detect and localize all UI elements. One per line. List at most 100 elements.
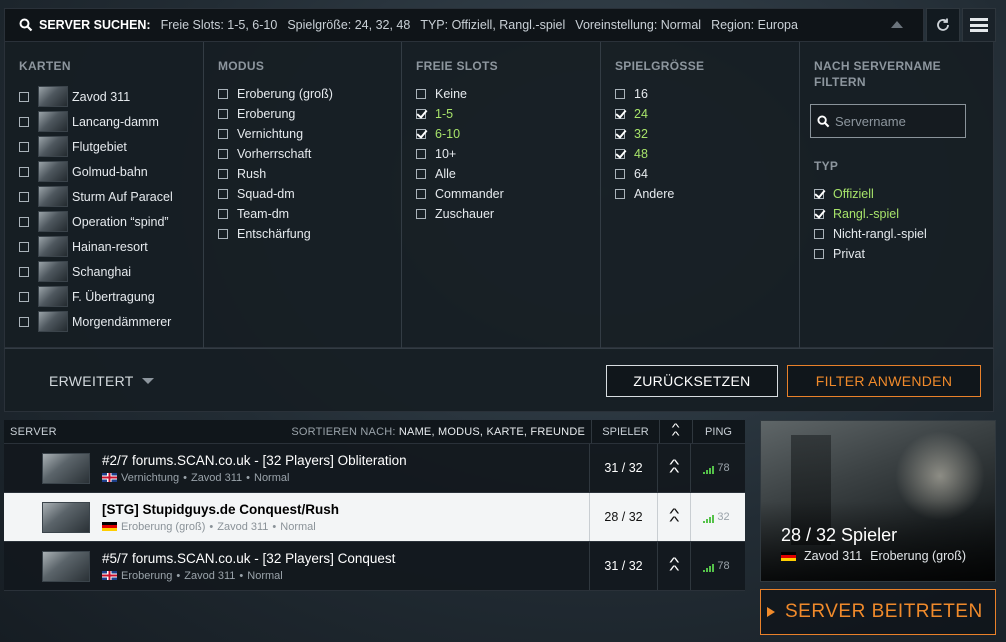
checkbox[interactable] bbox=[19, 266, 29, 277]
size-option[interactable]: 32 bbox=[615, 124, 799, 144]
checkbox[interactable] bbox=[416, 149, 426, 159]
servername-input[interactable] bbox=[835, 113, 961, 129]
mode-option[interactable]: Squad-dm bbox=[218, 184, 401, 204]
map-label: Zavod 311 bbox=[72, 89, 131, 104]
checkbox[interactable] bbox=[615, 89, 625, 99]
slot-option[interactable]: Zuschauer bbox=[416, 204, 600, 224]
checkbox[interactable] bbox=[218, 89, 228, 99]
checkbox[interactable] bbox=[416, 109, 426, 119]
play-icon bbox=[767, 607, 775, 617]
map-option[interactable]: Hainan-resort bbox=[19, 234, 203, 259]
checkbox[interactable] bbox=[19, 166, 29, 177]
mode-option[interactable]: Rush bbox=[218, 164, 401, 184]
checkbox[interactable] bbox=[19, 141, 29, 152]
slot-option[interactable]: Keine bbox=[416, 84, 600, 104]
checkbox[interactable] bbox=[814, 189, 824, 199]
checkbox[interactable] bbox=[615, 109, 625, 119]
header-server[interactable]: SERVER bbox=[4, 426, 254, 438]
sort-option-list[interactable]: NAME, MODUS, KARTE, FREUNDE bbox=[399, 426, 585, 438]
map-option[interactable]: Operation “spind” bbox=[19, 209, 203, 234]
header-rank[interactable]: ^ ^ bbox=[659, 420, 692, 443]
reset-button[interactable]: ZURÜCKSETZEN bbox=[606, 365, 778, 397]
checkbox[interactable] bbox=[218, 189, 228, 199]
server-row[interactable]: #5/7 forums.SCAN.co.uk - [32 Players] Co… bbox=[4, 542, 745, 591]
map-thumbnail bbox=[38, 86, 68, 107]
collapse-arrow-icon[interactable] bbox=[891, 21, 903, 28]
checkbox[interactable] bbox=[218, 209, 228, 219]
type-option[interactable]: Privat bbox=[814, 244, 995, 264]
mode-label: Eroberung bbox=[237, 107, 296, 121]
checkbox[interactable] bbox=[416, 189, 426, 199]
checkbox[interactable] bbox=[218, 169, 228, 179]
size-option[interactable]: 64 bbox=[615, 164, 799, 184]
apply-filter-button[interactable]: FILTER ANWENDEN bbox=[787, 365, 981, 397]
servername-field[interactable] bbox=[810, 104, 966, 138]
map-option[interactable]: Morgendämmerer bbox=[19, 309, 203, 334]
map-option[interactable]: F. Übertragung bbox=[19, 284, 203, 309]
type-option[interactable]: Offiziell bbox=[814, 184, 995, 204]
slot-option[interactable]: 6-10 bbox=[416, 124, 600, 144]
checkbox[interactable] bbox=[218, 149, 228, 159]
checkbox[interactable] bbox=[814, 209, 824, 219]
checkbox[interactable] bbox=[19, 316, 29, 327]
checkbox[interactable] bbox=[814, 249, 824, 259]
checkbox[interactable] bbox=[19, 91, 29, 102]
checkbox[interactable] bbox=[615, 169, 625, 179]
slot-option[interactable]: 10+ bbox=[416, 144, 600, 164]
checkbox[interactable] bbox=[19, 191, 29, 202]
preview-map: Zavod 311 bbox=[804, 549, 863, 563]
preview-players: 28 / 32 Spieler bbox=[781, 525, 898, 545]
type-option[interactable]: Nicht-rangl.-spiel bbox=[814, 224, 995, 244]
mode-option[interactable]: Team-dm bbox=[218, 204, 401, 224]
checkbox[interactable] bbox=[416, 209, 426, 219]
checkbox[interactable] bbox=[218, 229, 228, 239]
mode-option[interactable]: Vernichtung bbox=[218, 124, 401, 144]
server-row[interactable]: #2/7 forums.SCAN.co.uk - [32 Players] Ob… bbox=[4, 444, 745, 493]
size-option[interactable]: 16 bbox=[615, 84, 799, 104]
map-option[interactable]: Sturm Auf Paracel bbox=[19, 184, 203, 209]
checkbox[interactable] bbox=[416, 89, 426, 99]
map-option[interactable]: Schanghai bbox=[19, 259, 203, 284]
header-players[interactable]: SPIELER bbox=[591, 420, 659, 443]
mode-option[interactable]: Eroberung (groß) bbox=[218, 84, 401, 104]
size-option[interactable]: 24 bbox=[615, 104, 799, 124]
menu-button[interactable] bbox=[962, 8, 996, 42]
refresh-button[interactable] bbox=[926, 8, 960, 42]
checkbox[interactable] bbox=[19, 241, 29, 252]
checkbox[interactable] bbox=[615, 129, 625, 139]
mode-label: Team-dm bbox=[237, 207, 290, 221]
separator-dot: • bbox=[183, 471, 187, 484]
checkbox[interactable] bbox=[218, 129, 228, 139]
size-label: 24 bbox=[634, 107, 648, 121]
checkbox[interactable] bbox=[615, 189, 625, 199]
server-row[interactable]: [STG] Stupidguys.de Conquest/Rush Eroberu… bbox=[4, 493, 745, 542]
slot-option[interactable]: Commander bbox=[416, 184, 600, 204]
slot-option[interactable]: Alle bbox=[416, 164, 600, 184]
mode-option[interactable]: Eroberung bbox=[218, 104, 401, 124]
map-option[interactable]: Golmud-bahn bbox=[19, 159, 203, 184]
checkbox[interactable] bbox=[19, 116, 29, 127]
checkbox[interactable] bbox=[218, 109, 228, 119]
advanced-toggle[interactable]: ERWEITERT bbox=[49, 373, 154, 389]
checkbox[interactable] bbox=[19, 216, 29, 227]
size-label: Andere bbox=[634, 187, 675, 201]
map-option[interactable]: Flutgebiet bbox=[19, 134, 203, 159]
map-option[interactable]: Zavod 311 bbox=[19, 84, 203, 109]
checkbox[interactable] bbox=[814, 229, 824, 239]
size-option[interactable]: Andere bbox=[615, 184, 799, 204]
join-server-button[interactable]: SERVER BEITRETEN bbox=[760, 589, 996, 635]
checkbox[interactable] bbox=[416, 169, 426, 179]
map-option[interactable]: Lancang-damm bbox=[19, 109, 203, 134]
mode-option[interactable]: Entschärfung bbox=[218, 224, 401, 244]
checkbox[interactable] bbox=[19, 291, 29, 302]
type-option[interactable]: Rangl.-spiel bbox=[814, 204, 995, 224]
sort-options[interactable]: SORTIEREN NACH: NAME, MODUS, KARTE, FREU… bbox=[254, 426, 591, 438]
slot-option[interactable]: 1-5 bbox=[416, 104, 600, 124]
mode-option[interactable]: Vorherrschaft bbox=[218, 144, 401, 164]
checkbox[interactable] bbox=[615, 149, 625, 159]
header-ping[interactable]: PING bbox=[692, 420, 744, 443]
server-search-bar[interactable]: SERVER SUCHEN: Freie Slots: 1-5, 6-10 Sp… bbox=[4, 8, 924, 42]
size-option[interactable]: 48 bbox=[615, 144, 799, 164]
size-label: 48 bbox=[634, 147, 648, 161]
checkbox[interactable] bbox=[416, 129, 426, 139]
